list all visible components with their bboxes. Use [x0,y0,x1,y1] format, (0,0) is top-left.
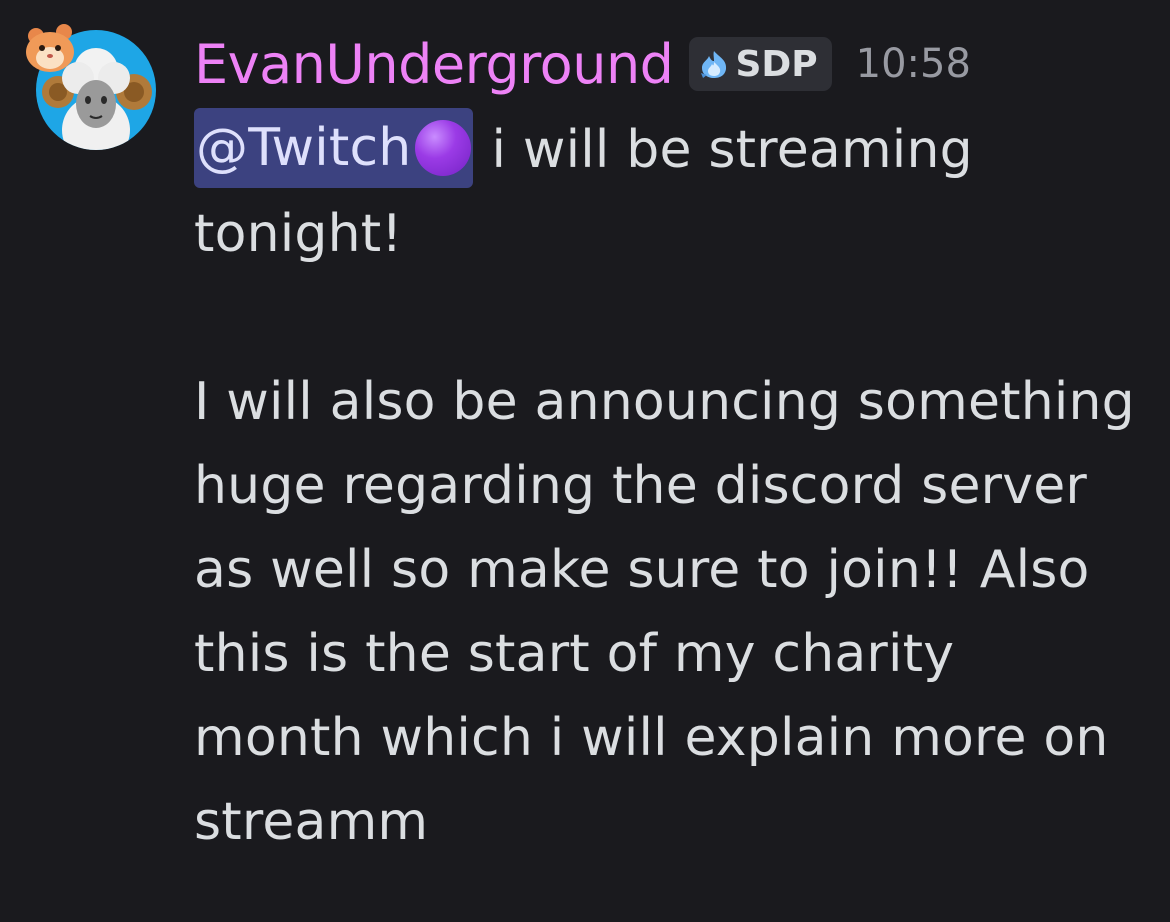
blue-flame-icon [701,51,727,78]
message-header: EvanUnderground SDP 10:58 [194,28,971,100]
message-text: I will also be announcing something [194,372,1135,432]
role-mention-label: @Twitch [196,118,412,178]
message-text: tonight! [194,204,403,264]
chat-message: EvanUnderground SDP 10:58 @Twitch i will … [0,0,1170,922]
message-line-1: @Twitch i will be streaming [194,108,1154,192]
server-tag[interactable]: SDP [689,37,832,91]
message-text: month which i will explain more on [194,708,1109,768]
server-tag-label: SDP [735,43,818,85]
message-text: i will be streaming [491,120,973,180]
message-text: as well so make sure to join!! Also [194,540,1090,600]
message-text: streamm [194,792,429,852]
role-mention[interactable]: @Twitch [194,108,474,188]
timestamp[interactable]: 10:58 [856,41,971,87]
avatar-container[interactable] [22,18,162,158]
message-text: huge regarding the discord server [194,456,1087,516]
message-text: this is the start of my charity [194,624,955,684]
hamster-decoration-icon [22,18,86,78]
username[interactable]: EvanUnderground [194,33,674,96]
purple-circle-emoji [415,120,472,176]
message-content: @Twitch i will be streaming tonight! I wi… [194,108,1154,864]
